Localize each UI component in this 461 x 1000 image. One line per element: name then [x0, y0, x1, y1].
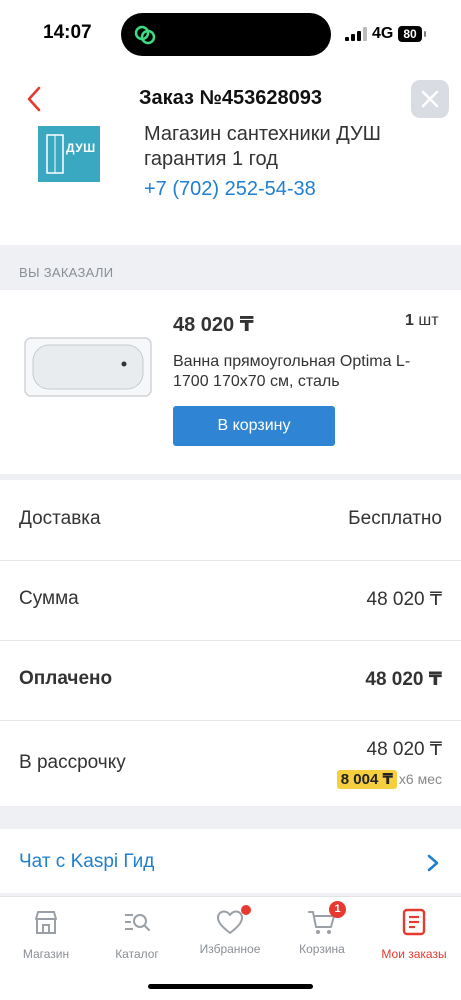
signal-icon [345, 27, 367, 41]
paid-value: 48 020 ₸ [365, 669, 442, 690]
favorites-notification-dot [241, 905, 251, 915]
battery-icon: 80 [398, 26, 426, 42]
product-quantity: 1 шт [405, 312, 439, 329]
close-icon [421, 90, 439, 108]
sum-value: 48 020 ₸ [366, 589, 442, 610]
product-price: 48 020 ₸ [173, 314, 254, 336]
app-activity-icon [134, 25, 156, 45]
section-label-ordered: ВЫ ЗАКАЗАЛИ [19, 265, 114, 280]
tab-label-cart: Корзина [299, 942, 345, 956]
paid-label: Оплачено [19, 668, 113, 689]
tab-label-favorites: Избранное [199, 942, 261, 956]
installment-monthly-amount: 8 004 ₸ [336, 770, 397, 789]
status-time: 14:07 [43, 22, 92, 43]
divider [0, 806, 461, 829]
tab-catalog[interactable]: Каталог [92, 907, 182, 961]
sum-row: Сумма 48 020 ₸ [0, 560, 461, 641]
tab-label-my-orders: Мои заказы [381, 947, 447, 961]
shop-phone-link[interactable]: +7 (702) 252-54-38 [144, 178, 316, 201]
delivery-row: Доставка Бесплатно [0, 480, 461, 561]
page-title: Заказ №453628093 [139, 87, 322, 109]
cart-count-badge: 1 [329, 901, 346, 918]
tab-cart[interactable]: 1 Корзина [277, 901, 367, 956]
shop-logo: ДУШ [38, 126, 100, 182]
battery-level: 80 [398, 26, 422, 42]
tab-favorites[interactable]: Избранное [185, 905, 275, 956]
network-type: 4G [372, 25, 394, 42]
chevron-right-icon [427, 854, 439, 872]
shop-icon [35, 911, 57, 934]
tab-label-catalog: Каталог [115, 947, 159, 961]
installment-row: В рассрочку 48 020 ₸ 8 004 ₸ x6 мес [0, 720, 461, 806]
chat-label: Чат с Kaspi Гид [19, 851, 155, 872]
tab-label-shop: Магазин [22, 947, 70, 961]
orders-icon [402, 908, 426, 936]
installment-label: В рассрочку [19, 752, 126, 773]
installment-monthly: 8 004 ₸ x6 мес [336, 770, 442, 789]
close-button[interactable] [411, 80, 449, 118]
cart-icon-wrap: 1 [307, 901, 346, 937]
shop-name[interactable]: Магазин сантехники ДУШ гарантия 1 год [144, 122, 444, 172]
kaspi-guide-chat-row[interactable]: Чат с Kaspi Гид [0, 829, 461, 893]
shop-logo-text: ДУШ [66, 141, 96, 155]
product-name[interactable]: Ванна прямоугольная Optima L-1700 170x70… [173, 352, 433, 392]
dynamic-island [121, 13, 331, 56]
catalog-search-icon [125, 914, 150, 931]
favorites-icon-wrap [215, 905, 251, 937]
add-to-cart-button[interactable]: В корзину [173, 406, 335, 446]
shower-cabin-icon [46, 134, 64, 174]
tab-my-orders[interactable]: Мои заказы [369, 907, 459, 961]
tab-shop[interactable]: Магазин [1, 907, 91, 961]
installment-value: 48 020 ₸ [366, 739, 442, 760]
delivery-label: Доставка [19, 508, 101, 529]
home-indicator[interactable] [148, 984, 313, 989]
bathtub-image[interactable] [24, 334, 152, 398]
installment-term: x6 мес [398, 771, 442, 787]
paid-row: Оплачено 48 020 ₸ [0, 640, 461, 721]
sum-label: Сумма [19, 588, 79, 609]
delivery-value: Бесплатно [348, 508, 442, 529]
